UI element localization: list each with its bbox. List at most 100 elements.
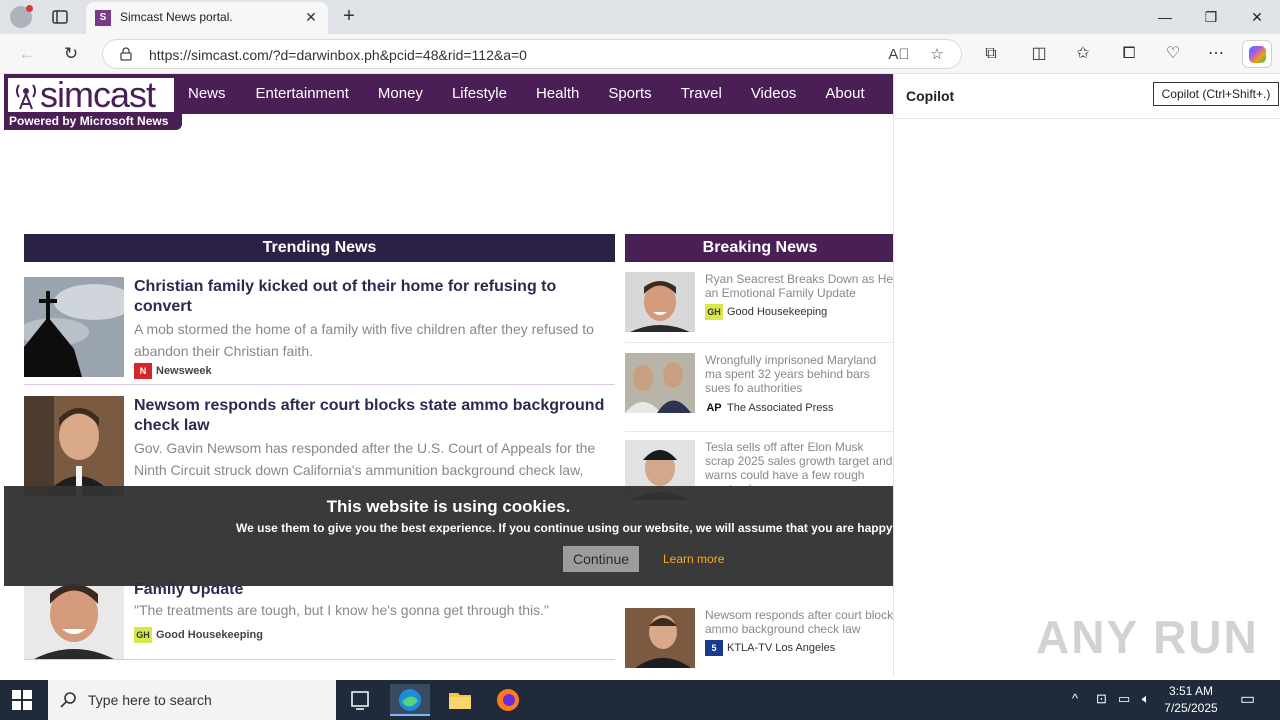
nav-videos[interactable]: Videos <box>751 74 826 114</box>
cookie-continue-button[interactable]: Continue <box>563 546 639 572</box>
tab-title: Simcast News portal. <box>120 10 233 24</box>
breaking-image-maryland[interactable] <box>625 353 695 413</box>
nav-entertainment[interactable]: Entertainment <box>241 74 378 114</box>
trending-article[interactable]: Newsom responds after court blocks state… <box>24 396 615 496</box>
breaking-source: GH Good Housekeeping <box>705 304 828 321</box>
nav-about-us[interactable]: About Us <box>825 74 893 142</box>
good-housekeeping-icon: GH <box>705 304 723 321</box>
browser-essentials-icon[interactable]: ♡ <box>1160 42 1186 66</box>
search-icon <box>60 691 78 709</box>
breaking-source: AP The Associated Press <box>705 400 833 416</box>
firefox-icon[interactable] <box>488 684 528 716</box>
breaking-image-newsom[interactable] <box>625 608 695 668</box>
good-housekeeping-icon: GH <box>134 627 152 644</box>
file-explorer-icon[interactable] <box>440 684 480 716</box>
nav-news[interactable]: News <box>188 74 241 114</box>
tray-volume-icon[interactable]: 🔈︎ <box>1142 691 1150 707</box>
breaking-separator <box>625 342 893 343</box>
ktla-icon: 5 <box>705 640 723 657</box>
breaking-title[interactable]: Newsom responds after court block ammo b… <box>705 608 893 636</box>
favorites-icon[interactable]: ✩ <box>1070 42 1096 66</box>
breaking-article[interactable]: Wrongfully imprisoned Maryland ma spent … <box>625 353 893 433</box>
breaking-title[interactable]: Ryan Seacrest Breaks Down as He an Emoti… <box>705 272 893 300</box>
article-image-church[interactable] <box>24 277 124 377</box>
copilot-tooltip: Copilot (Ctrl+Shift+.) <box>1153 82 1279 106</box>
site-logo[interactable]: simcast Powered by Microsoft News <box>4 74 182 130</box>
article-separator <box>24 659 615 660</box>
breaking-article[interactable]: Tesla sells off after Elon Musk scrap 20… <box>625 440 893 500</box>
taskbar-clock[interactable]: 3:51 AM 7/25/2025 <box>1156 683 1226 717</box>
windows-start-icon[interactable] <box>12 690 32 710</box>
cookie-text: We use them to give you the best experie… <box>236 521 893 535</box>
lock-icon[interactable] <box>119 47 133 61</box>
site-nav-links: News Entertainment Money Lifestyle Healt… <box>188 74 893 142</box>
edge-taskbar-icon[interactable] <box>390 684 430 716</box>
address-bar[interactable]: https://simcast.com/?d=darwinbox.ph&pcid… <box>102 39 962 69</box>
tray-display-icon[interactable]: ▭ <box>1118 691 1130 707</box>
task-view-icon[interactable] <box>340 684 380 716</box>
copilot-button[interactable] <box>1242 40 1272 68</box>
logo-text: simcast <box>40 74 156 115</box>
breaking-separator <box>625 431 893 432</box>
anyrun-watermark: ANY RUN <box>1036 611 1259 663</box>
cookie-banner: This website is using cookies. We use th… <box>4 486 893 586</box>
tray-network-icon[interactable]: ⊡ <box>1096 691 1107 707</box>
tray-chevron-icon[interactable]: ^ <box>1072 691 1078 706</box>
article-source: GH Good Housekeeping <box>134 627 263 644</box>
breaking-title[interactable]: Wrongfully imprisoned Maryland ma spent … <box>705 353 893 395</box>
nav-money[interactable]: Money <box>378 74 452 114</box>
split-screen-icon[interactable]: ◫ <box>1026 42 1052 66</box>
source-name: The Associated Press <box>727 402 834 414</box>
article-image-newsom[interactable] <box>24 396 124 496</box>
antenna-icon <box>14 82 38 110</box>
breaking-article[interactable]: Ryan Seacrest Breaks Down as He an Emoti… <box>625 272 893 346</box>
browser-toolbar: ← ↻ https://simcast.com/?d=darwinbox.ph&… <box>0 34 1280 74</box>
collections-icon[interactable]: ⧠ <box>1116 42 1142 66</box>
windows-taskbar: Type here to search ^ ⊡ ▭ 🔈︎ 3:51 AM 7/2… <box>0 680 1280 720</box>
article-title[interactable]: Newsom responds after court blocks state… <box>134 396 614 436</box>
read-aloud-icon[interactable]: A᪲ <box>887 43 911 67</box>
source-name: Good Housekeeping <box>727 306 828 318</box>
taskbar-search[interactable]: Type here to search <box>48 680 336 720</box>
breaking-image-seacrest[interactable] <box>625 272 695 332</box>
more-menu-icon[interactable]: ⋯ <box>1203 42 1229 66</box>
clock-time: 3:51 AM <box>1168 684 1214 698</box>
refresh-icon[interactable]: ↻ <box>58 42 84 66</box>
favorite-star-icon[interactable]: ☆ <box>925 43 949 67</box>
minimize-button[interactable]: — <box>1142 0 1188 34</box>
nav-travel[interactable]: Travel <box>681 74 751 114</box>
url-text[interactable]: https://simcast.com/?d=darwinbox.ph&pcid… <box>149 47 527 63</box>
article-description: "The treatments are tough, but I know he… <box>134 602 549 618</box>
notifications-icon[interactable]: ▭ <box>1240 689 1255 709</box>
close-window-button[interactable]: ✕ <box>1234 0 1280 34</box>
profile-avatar[interactable] <box>10 5 33 28</box>
article-source: N Newsweek <box>134 363 212 380</box>
close-tab-icon[interactable]: ✕ <box>302 8 320 26</box>
source-name: Newsweek <box>156 365 212 377</box>
newsweek-icon: N <box>134 363 152 380</box>
search-placeholder[interactable]: Type here to search <box>88 692 212 708</box>
cookie-learn-more-link[interactable]: Learn more <box>663 552 724 566</box>
back-arrow-icon[interactable]: ← <box>14 42 40 66</box>
active-tab[interactable]: S Simcast News portal. ✕ <box>86 2 328 34</box>
new-tab-button[interactable]: + <box>336 4 362 30</box>
article-title[interactable]: Christian family kicked out of their hom… <box>134 277 614 317</box>
extensions-icon[interactable]: ⧉ <box>978 42 1004 66</box>
copilot-pane: Copilot <box>893 74 1280 676</box>
restore-button[interactable]: ❐ <box>1188 0 1234 34</box>
tab-actions-icon[interactable] <box>50 7 70 27</box>
nav-health[interactable]: Health <box>536 74 608 114</box>
web-page: News Entertainment Money Lifestyle Healt… <box>4 74 893 676</box>
source-name: Good Housekeeping <box>156 629 263 641</box>
logo-box: simcast <box>8 74 174 115</box>
nav-sports[interactable]: Sports <box>608 74 680 114</box>
article-description: A mob stormed the home of a family with … <box>134 321 594 359</box>
trending-article[interactable]: Christian family kicked out of their hom… <box>24 277 615 387</box>
article-description: Gov. Gavin Newsom has responded after th… <box>134 440 596 478</box>
breaking-article[interactable]: Newsom responds after court block ammo b… <box>625 608 893 674</box>
cookie-title: This website is using cookies. <box>326 497 571 516</box>
nav-lifestyle[interactable]: Lifestyle <box>452 74 536 114</box>
copilot-divider <box>894 118 1280 119</box>
site-favicon-icon: S <box>95 10 111 26</box>
breaking-source: 5 KTLA-TV Los Angeles <box>705 640 835 657</box>
